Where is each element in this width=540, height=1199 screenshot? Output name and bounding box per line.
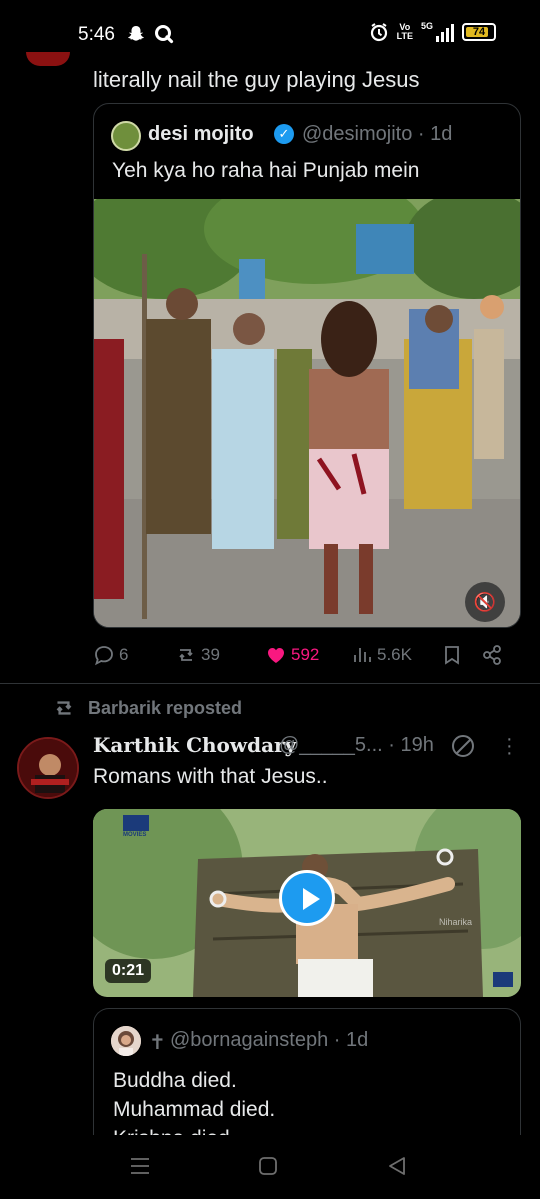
procession-photo — [94, 199, 520, 627]
post-text: Romans with that Jesus.. — [93, 765, 328, 788]
nested-author-avatar[interactable] — [111, 1026, 141, 1056]
verified-badge-icon: ✓ — [274, 124, 294, 144]
menu-icon[interactable] — [129, 1155, 151, 1177]
logo-caption: MOVIES — [123, 832, 147, 838]
view-count: 5.6K — [377, 645, 412, 664]
share-icon — [483, 645, 501, 665]
status-bar: 5:46 Vo LTE 5G 74 — [0, 0, 540, 60]
nested-line: Muhammad died. — [113, 1098, 276, 1121]
status-time: 5:46 — [78, 24, 115, 45]
repost-count: 39 — [201, 645, 220, 664]
nested-author-handle: @bornagainsteph · 1d — [170, 1029, 369, 1051]
nested-quote-card[interactable]: ✝ @bornagainsteph · 1d Buddha died. Muha… — [93, 1008, 521, 1135]
post-divider — [0, 683, 540, 684]
battery-level: 74 — [472, 26, 486, 38]
repost-button[interactable]: 39 — [175, 644, 265, 666]
home-icon[interactable] — [257, 1155, 279, 1177]
views-icon — [354, 648, 371, 662]
bookmark-icon — [445, 646, 459, 665]
author-name[interactable]: Karthik Chowdary — [93, 733, 296, 757]
heart-icon — [268, 648, 284, 663]
views-button[interactable]: 5.6K — [351, 644, 441, 666]
reply-button[interactable]: 6 — [93, 644, 175, 666]
quoted-post-card[interactable]: desi mojito ✓ @desimojito · 1d Yeh kya h… — [93, 103, 521, 628]
video-watermark: Niharika — [439, 917, 473, 927]
play-button[interactable] — [279, 870, 335, 926]
nested-line: Krishna died. — [113, 1124, 275, 1135]
like-button[interactable]: 592 — [265, 644, 351, 666]
author-avatar[interactable] — [17, 737, 79, 799]
system-nav-bar — [0, 1140, 540, 1199]
author-handle: @_____5... · 19h — [279, 734, 434, 756]
reply-count: 6 — [119, 645, 129, 664]
cross-icon: ✝ — [149, 1032, 166, 1054]
repost-icon — [56, 701, 72, 715]
nested-quote-text: Buddha died. Muhammad died. Krishna died… — [113, 1066, 275, 1135]
bookmark-button[interactable] — [441, 644, 481, 666]
post-video[interactable]: MOVIES Niharika 0:21 — [93, 809, 521, 997]
quoted-author-name[interactable]: desi mojito — [148, 123, 254, 146]
repost-context[interactable]: Barbarik reposted — [52, 696, 242, 720]
volte-indicator: Vo LTE — [396, 22, 413, 41]
share-button[interactable] — [481, 644, 503, 666]
previous-post-text: literally nail the guy playing Jesus — [93, 67, 420, 92]
repost-icon — [179, 649, 193, 661]
back-icon[interactable] — [386, 1155, 408, 1177]
reply-icon — [95, 646, 113, 666]
repost-label: Barbarik reposted — [88, 697, 243, 718]
battery-icon: 74 — [462, 23, 496, 41]
grok-icon[interactable] — [452, 735, 474, 757]
search-app-icon — [155, 25, 174, 44]
more-options-icon[interactable]: · · · — [506, 729, 513, 763]
previous-post-avatar[interactable] — [26, 52, 70, 66]
signal-icon: 5G — [421, 22, 454, 42]
alarm-icon — [370, 23, 387, 42]
snapchat-icon — [128, 26, 144, 41]
post-action-bar: 6 39 592 5.6K — [93, 640, 521, 670]
quoted-author-avatar[interactable] — [111, 121, 141, 151]
like-count: 592 — [291, 645, 320, 664]
quoted-author-handle: @desimojito · 1d — [302, 123, 453, 145]
video-duration: 0:21 — [105, 959, 152, 983]
nested-line: Buddha died. — [113, 1069, 237, 1092]
quoted-post-video[interactable]: 🔇 — [94, 199, 520, 627]
quoted-post-text: Yeh kya ho raha hai Punjab mein — [112, 159, 420, 182]
mute-toggle-icon[interactable]: 🔇 — [465, 582, 505, 622]
